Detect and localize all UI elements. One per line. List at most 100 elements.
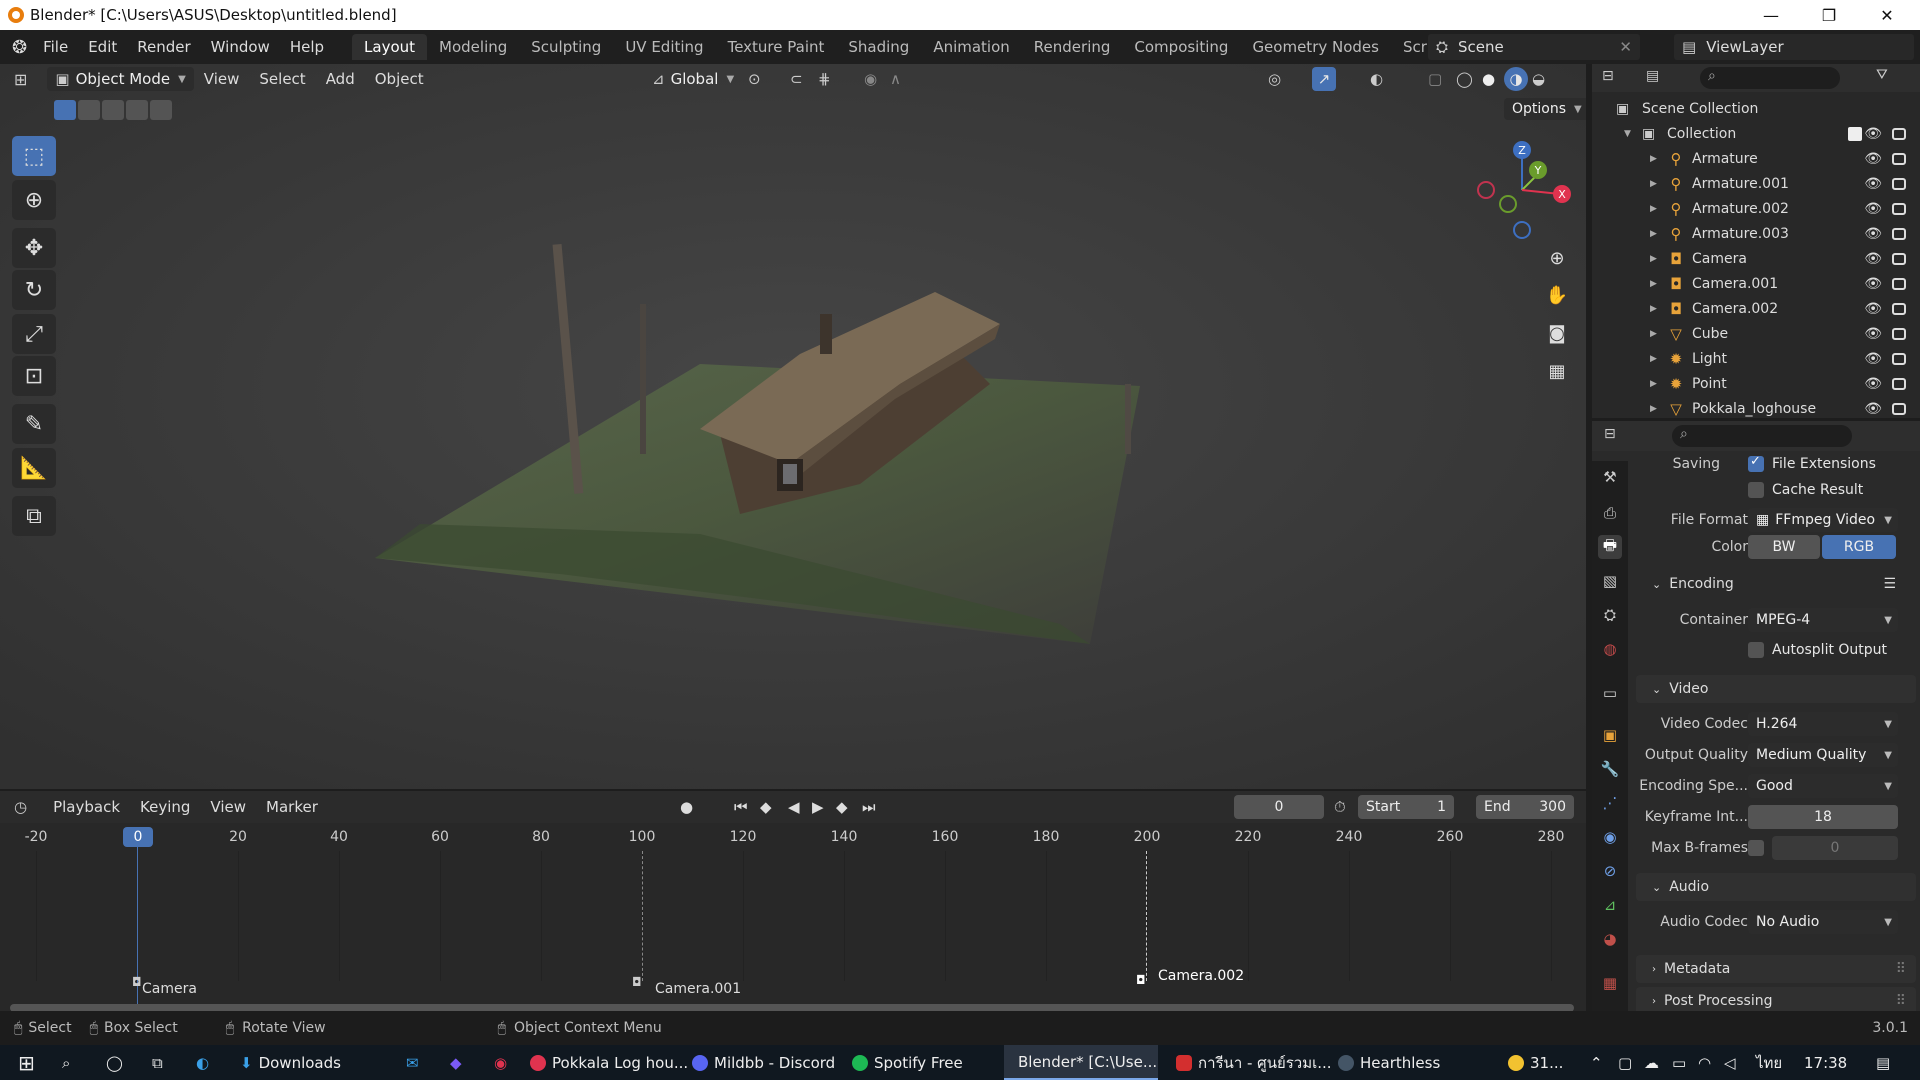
- menu-file[interactable]: File: [33, 38, 78, 56]
- marker-camera-002[interactable]: Camera.002: [1158, 968, 1244, 984]
- eye-icon[interactable]: 👁: [1864, 251, 1882, 267]
- metadata-section[interactable]: › Metadata ⠿: [1636, 955, 1916, 983]
- outliner-row-armature[interactable]: ▶ ⚲ Armature 👁: [1592, 146, 1920, 171]
- video-codec-dropdown[interactable]: H.264 ▼: [1748, 712, 1898, 736]
- tab-geometry-nodes[interactable]: Geometry Nodes: [1240, 34, 1391, 60]
- tab-texture-paint[interactable]: Texture Paint: [716, 34, 837, 60]
- tab-compositing[interactable]: Compositing: [1122, 34, 1240, 60]
- physics-tab-icon[interactable]: ◉: [1598, 825, 1622, 849]
- particles-tab-icon[interactable]: ⋰: [1598, 791, 1622, 815]
- pivot-icon[interactable]: ⊙: [748, 70, 761, 88]
- output-tab-icon[interactable]: 🖶: [1598, 535, 1622, 559]
- mode-dropdown[interactable]: ▣ Object Mode ▼: [47, 67, 194, 91]
- timeline-menu-view[interactable]: View: [200, 798, 256, 816]
- jump-end-icon[interactable]: ⏭: [862, 798, 876, 816]
- weather-widget[interactable]: 31...: [1500, 1045, 1571, 1080]
- viewport-menu-view[interactable]: View: [194, 70, 250, 88]
- timeline[interactable]: ◷ Playback Keying View Marker ● ⏮ ◆ ◀ ▶ …: [0, 791, 1586, 1017]
- rendered-shading-icon[interactable]: ◒: [1532, 70, 1545, 88]
- texture-tab-icon[interactable]: ▦: [1598, 971, 1622, 995]
- outliner-row-armature-001[interactable]: ▶ ⚲ Armature.001 👁: [1592, 171, 1920, 196]
- taskbar-blender[interactable]: Blender* [C:\Use...: [1004, 1045, 1158, 1080]
- expand-arrow-icon[interactable]: ▶: [1650, 304, 1657, 314]
- 3d-viewport[interactable]: ⊞ ▣ Object Mode ▼ View Select Add Object …: [0, 64, 1586, 789]
- render-camera-icon[interactable]: [1892, 327, 1906, 340]
- eye-icon[interactable]: 👁: [1864, 201, 1882, 217]
- visual-studio-icon[interactable]: ◆: [442, 1045, 470, 1080]
- menu-render[interactable]: Render: [127, 38, 200, 56]
- measure-tool-icon[interactable]: 📐: [12, 448, 56, 488]
- eye-icon[interactable]: 👁: [1864, 276, 1882, 292]
- outliner-row-pokkala-loghouse[interactable]: ▶ ▽ Pokkala_loghouse 👁: [1592, 396, 1920, 421]
- expand-arrow-icon[interactable]: ▶: [1650, 154, 1657, 164]
- cache-result-checkbox[interactable]: Cache Result: [1748, 482, 1863, 498]
- taskbar-discord[interactable]: Mildbb - Discord: [684, 1045, 843, 1080]
- display-mode-icon[interactable]: ▤: [1646, 68, 1659, 84]
- object-tab-icon[interactable]: ▣: [1598, 723, 1622, 747]
- tab-shading[interactable]: Shading: [836, 34, 921, 60]
- add-cube-tool-icon[interactable]: ⧉: [12, 496, 56, 536]
- transform-tool-icon[interactable]: ⊡: [12, 356, 56, 396]
- viewlayer-selector[interactable]: ▤ ViewLayer: [1674, 34, 1914, 60]
- tab-rendering[interactable]: Rendering: [1022, 34, 1123, 60]
- taskbar-downloads[interactable]: ⬇ Downloads: [232, 1045, 349, 1080]
- material-shading-icon[interactable]: ◑: [1504, 67, 1528, 91]
- clock[interactable]: 17:38: [1796, 1045, 1855, 1080]
- material-tab-icon[interactable]: ◕: [1598, 927, 1622, 951]
- timeline-editor-icon[interactable]: ◷: [14, 798, 27, 816]
- expand-arrow-icon[interactable]: ▶: [1650, 329, 1657, 339]
- collection-tab-icon[interactable]: ▭: [1598, 681, 1622, 705]
- render-camera-icon[interactable]: [1892, 377, 1906, 390]
- rotate-tool-icon[interactable]: ↻: [12, 270, 56, 310]
- render-camera-icon[interactable]: [1892, 402, 1906, 415]
- ortho-grid-icon[interactable]: ▦: [1540, 354, 1574, 388]
- properties-search-input[interactable]: ⌕: [1672, 425, 1852, 447]
- outliner-row-camera-002[interactable]: ▶ ◘ Camera.002 👁: [1592, 296, 1920, 321]
- render-tab-icon[interactable]: ⎙: [1598, 501, 1622, 525]
- outliner-row-armature-002[interactable]: ▶ ⚲ Armature.002 👁: [1592, 196, 1920, 221]
- close-button[interactable]: ✕: [1858, 0, 1916, 30]
- stopwatch-icon[interactable]: ⏱: [1334, 798, 1346, 816]
- volume-icon[interactable]: ◁: [1716, 1045, 1744, 1080]
- expand-arrow-icon[interactable]: ▶: [1650, 204, 1657, 214]
- maximize-button[interactable]: ❐: [1800, 0, 1858, 30]
- render-camera-icon[interactable]: [1892, 227, 1906, 240]
- language-indicator[interactable]: ไทย: [1748, 1045, 1790, 1080]
- encoding-section[interactable]: ⌄ Encoding ☰: [1636, 570, 1916, 598]
- next-keyframe-icon[interactable]: ◆: [836, 798, 848, 816]
- visibility-icon[interactable]: ◎: [1268, 70, 1281, 88]
- start-button[interactable]: ⊞: [10, 1045, 43, 1080]
- select-box-tool-icon[interactable]: ⬚: [12, 136, 56, 176]
- outliner-row-collection[interactable]: ▼ ▣ Collection 👁: [1592, 121, 1920, 146]
- render-camera-icon[interactable]: [1892, 152, 1906, 165]
- encoding-speed-dropdown[interactable]: Good ▼: [1748, 774, 1898, 798]
- eye-icon[interactable]: 👁: [1864, 326, 1882, 342]
- video-section[interactable]: ⌄ Video: [1636, 675, 1916, 703]
- wireframe-shading-icon[interactable]: ◯: [1456, 70, 1473, 88]
- eye-icon[interactable]: 👁: [1864, 301, 1882, 317]
- container-dropdown[interactable]: MPEG-4 ▼: [1748, 608, 1898, 632]
- eye-icon[interactable]: 👁: [1864, 376, 1882, 392]
- taskbar-hearthless[interactable]: Hearthless: [1330, 1045, 1448, 1080]
- collection-checkbox[interactable]: [1848, 126, 1862, 141]
- menu-help[interactable]: Help: [280, 38, 334, 56]
- tray-cloud-icon[interactable]: ☁: [1636, 1045, 1667, 1080]
- world-tab-icon[interactable]: ◍: [1598, 637, 1622, 661]
- record-icon[interactable]: ●: [680, 798, 693, 816]
- gizmo-toggle-icon[interactable]: ↗: [1312, 67, 1336, 91]
- task-view-icon[interactable]: ⧉: [144, 1045, 171, 1080]
- snap-icon[interactable]: ⊂: [790, 70, 803, 88]
- render-camera-icon[interactable]: [1892, 202, 1906, 215]
- outliner-row-camera-001[interactable]: ▶ ◘ Camera.001 👁: [1592, 271, 1920, 296]
- search-icon[interactable]: ⌕: [54, 1045, 78, 1080]
- keyframe-interval-field[interactable]: 18: [1748, 805, 1898, 829]
- color-bw-button[interactable]: BW: [1748, 535, 1820, 559]
- viewport-menu-select[interactable]: Select: [249, 70, 315, 88]
- overlays-icon[interactable]: ◐: [1370, 70, 1383, 88]
- move-tool-icon[interactable]: ✥: [12, 228, 56, 268]
- annotate-tool-icon[interactable]: ✎: [12, 404, 56, 444]
- taskbar-garena[interactable]: การีนา - ศูนย์รวมเ...: [1168, 1045, 1340, 1080]
- mail-icon[interactable]: ✉: [398, 1045, 427, 1080]
- eye-icon[interactable]: 👁: [1864, 126, 1882, 142]
- tool-tab-icon[interactable]: ⚒: [1598, 465, 1622, 489]
